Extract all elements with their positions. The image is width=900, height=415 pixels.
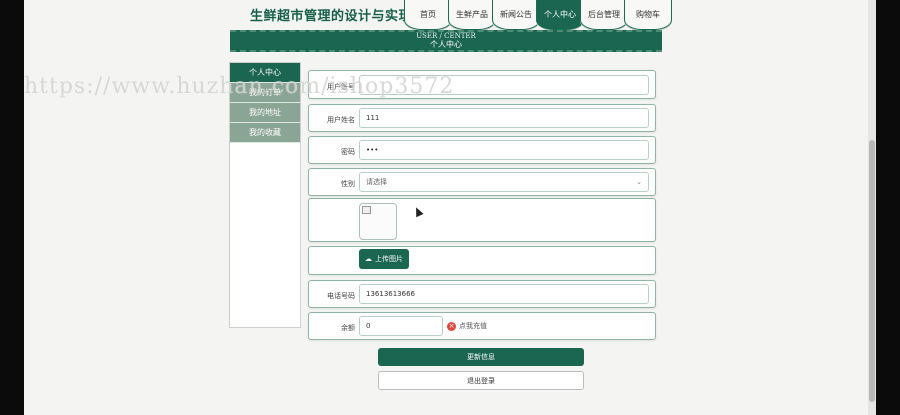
gender-select-value: 请选择 [366, 178, 387, 186]
form-row-balance: 余额 0 × 点我充值 [308, 312, 656, 340]
form-row-phone: 电话号码 13613613666 [308, 280, 656, 308]
page: 生鲜超市管理的设计与实现 首页 生鲜产品 新闻公告 个人中心 后台管理 购物车 … [24, 0, 876, 415]
logout-button[interactable]: 退出登录 [378, 371, 584, 390]
nav-tab-user-center[interactable]: 个人中心 [536, 0, 584, 30]
form-row-avatar [308, 198, 656, 242]
sidebar-item-address[interactable]: 我的地址 [230, 103, 300, 123]
nav-tab-news[interactable]: 新闻公告 [492, 0, 540, 30]
avatar-preview[interactable] [359, 203, 397, 240]
sidebar-item-favorites[interactable]: 我的收藏 [230, 123, 300, 143]
form-row-upload: ☁ 上传图片 [308, 246, 656, 275]
scrollbar[interactable] [868, 0, 876, 415]
close-circle-icon: × [447, 321, 456, 331]
nav-tab-admin[interactable]: 后台管理 [580, 0, 628, 30]
sidebar: 个人中心 我的订单 我的地址 我的收藏 [229, 62, 301, 328]
upload-image-button[interactable]: ☁ 上传图片 [359, 249, 409, 269]
phone-field[interactable]: 13613613666 [359, 284, 649, 304]
chevron-down-icon: ⌄ [636, 178, 642, 186]
site-title: 生鲜超市管理的设计与实现 [250, 9, 413, 24]
name-field[interactable]: 111 [359, 108, 649, 128]
upload-button-label: 上传图片 [375, 255, 403, 263]
gender-label: 性别 [341, 180, 355, 188]
banner-title: 个人中心 [430, 40, 462, 49]
form-row-password: 密码 ••• [308, 136, 656, 164]
password-label: 密码 [341, 148, 355, 156]
nav-tab-home[interactable]: 首页 [404, 0, 452, 30]
section-banner: USER / CENTER 个人中心 [230, 30, 662, 52]
recharge-link[interactable]: × 点我充值 [447, 321, 487, 331]
password-field[interactable]: ••• [359, 140, 649, 160]
recharge-link-label: 点我充值 [459, 322, 487, 330]
balance-label: 余额 [341, 324, 355, 332]
form-row-name: 用户姓名 111 [308, 104, 656, 132]
broken-image-icon [362, 206, 371, 214]
name-label: 用户姓名 [327, 116, 355, 124]
cloud-upload-icon: ☁ [365, 255, 372, 263]
balance-field[interactable]: 0 [359, 316, 443, 336]
update-info-button[interactable]: 更新信息 [378, 348, 584, 366]
scrollbar-thumb[interactable] [869, 140, 875, 402]
gender-select[interactable]: 请选择 ⌄ [359, 172, 649, 192]
top-nav: 首页 生鲜产品 新闻公告 个人中心 后台管理 购物车 [404, 0, 672, 30]
phone-label: 电话号码 [327, 292, 355, 300]
nav-tab-cart[interactable]: 购物车 [624, 0, 672, 30]
banner-subtitle: USER / CENTER [416, 32, 476, 40]
nav-tab-products[interactable]: 生鲜产品 [448, 0, 496, 30]
watermark-text: https://www.huzhan.com/ishop3572 [24, 74, 455, 99]
form-row-gender: 性别 请选择 ⌄ [308, 168, 656, 196]
